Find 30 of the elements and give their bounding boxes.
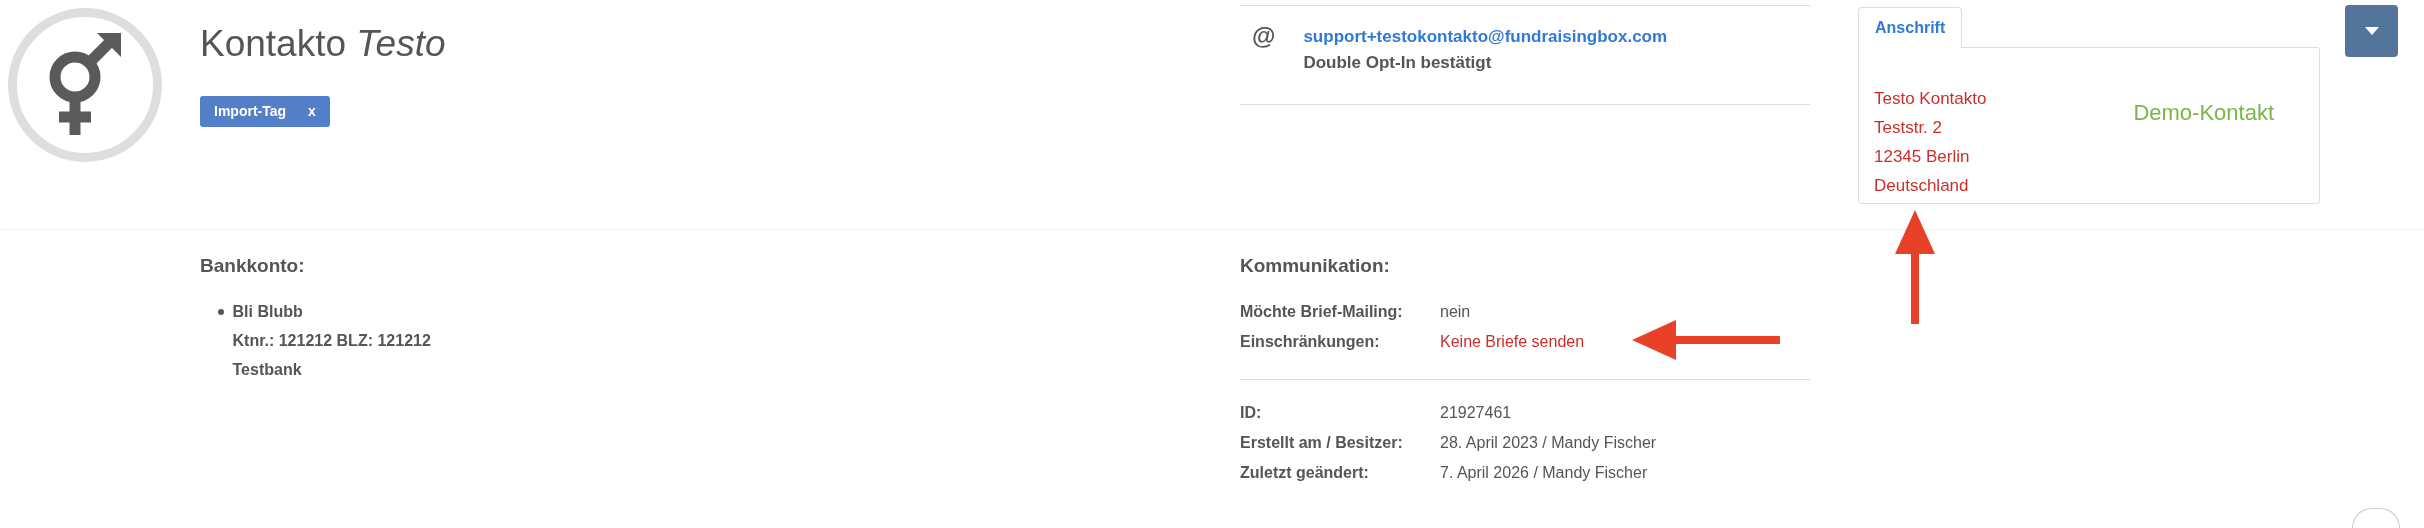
- account-numbers: Ktnr.: 121212 BLZ: 121212: [232, 330, 431, 351]
- section-heading: Kommunikation:: [1240, 254, 1391, 278]
- section-heading: Bankkonto:: [200, 254, 306, 278]
- field-value: 21927461: [1440, 402, 1512, 423]
- demo-label: Demo-Kontakt: [2133, 99, 2274, 127]
- address-line: Deutschland: [1874, 175, 1970, 197]
- field-value: 7. April 2026 / Mandy Fischer: [1440, 462, 1648, 483]
- field-label: ID:: [1240, 402, 1263, 423]
- field-label: Erstellt am / Besitzer:: [1240, 432, 1404, 453]
- bank-name: Testbank: [232, 359, 303, 380]
- field-label: Zuletzt geändert:: [1240, 462, 1370, 483]
- email-link[interactable]: support+testokontakto@fundraisingbox.com: [1303, 27, 1668, 46]
- contact-name: Kontakto Testo: [200, 22, 447, 66]
- dropdown-button[interactable]: [2345, 5, 2398, 57]
- field-value: nein: [1440, 301, 1471, 322]
- bullet-icon: [218, 308, 224, 315]
- address-tab[interactable]: Anschrift: [1858, 7, 1963, 48]
- caret-icon: [2364, 27, 2379, 35]
- address-line: Teststr. 2: [1874, 117, 1944, 139]
- email-symbol: @: [1252, 24, 1276, 51]
- address-line: 12345 Berlin: [1874, 146, 1971, 168]
- field-label: Einschränkungen:: [1240, 331, 1381, 352]
- field-value: 28. April 2023 / Mandy Fischer: [1440, 432, 1657, 453]
- opt-in-status: Double Opt-In bestätigt: [1303, 51, 1493, 74]
- field-value: Keine Briefe senden: [1440, 331, 1585, 352]
- address-line: Testo Kontakto: [1874, 88, 1987, 110]
- tag-label: Import-Tag x: [200, 96, 330, 128]
- bank-account-name: Bli Blubb: [232, 301, 304, 322]
- field-label: Möchte Brief-Mailing:: [1240, 301, 1404, 322]
- remove-tag-button[interactable]: x: [308, 101, 316, 123]
